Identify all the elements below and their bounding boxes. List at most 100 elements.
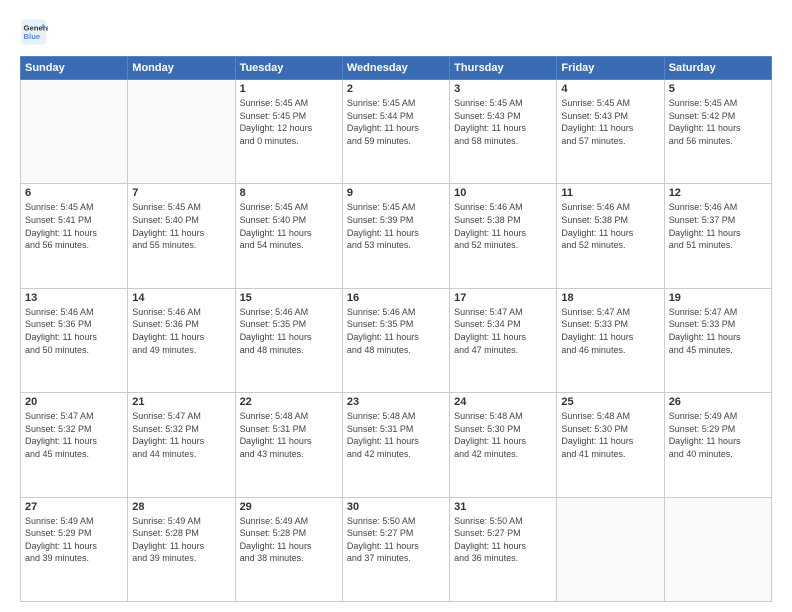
day-number: 8 bbox=[240, 187, 338, 199]
day-number: 11 bbox=[561, 187, 659, 199]
cell-info: Sunrise: 5:49 AM Sunset: 5:28 PM Dayligh… bbox=[240, 515, 338, 565]
cell-info: Sunrise: 5:45 AM Sunset: 5:40 PM Dayligh… bbox=[240, 201, 338, 251]
day-number: 18 bbox=[561, 292, 659, 304]
cell-info: Sunrise: 5:48 AM Sunset: 5:31 PM Dayligh… bbox=[347, 410, 445, 460]
calendar-cell: 18 Sunrise: 5:47 AM Sunset: 5:33 PM Dayli… bbox=[557, 288, 664, 392]
calendar-cell: 25 Sunrise: 5:48 AM Sunset: 5:30 PM Dayli… bbox=[557, 393, 664, 497]
day-number: 30 bbox=[347, 501, 445, 513]
cell-info: Sunrise: 5:48 AM Sunset: 5:30 PM Dayligh… bbox=[561, 410, 659, 460]
cell-info: Sunrise: 5:48 AM Sunset: 5:31 PM Dayligh… bbox=[240, 410, 338, 460]
calendar-table: SundayMondayTuesdayWednesdayThursdayFrid… bbox=[20, 56, 772, 602]
calendar-week-1: 1Sunrise: 5:45 AM Sunset: 5:45 PM Daylig… bbox=[21, 80, 772, 184]
logo-icon: General Blue bbox=[20, 18, 48, 46]
day-number: 27 bbox=[25, 501, 123, 513]
day-number: 29 bbox=[240, 501, 338, 513]
calendar-cell: 3 Sunrise: 5:45 AM Sunset: 5:43 PM Daylig… bbox=[450, 80, 557, 184]
day-number: 4 bbox=[561, 83, 659, 95]
header: General Blue bbox=[20, 18, 772, 46]
day-number: 21 bbox=[132, 396, 230, 408]
day-number: 31 bbox=[454, 501, 552, 513]
calendar-cell: 24Sunrise: 5:48 AM Sunset: 5:30 PM Dayli… bbox=[450, 393, 557, 497]
calendar-cell: 4 Sunrise: 5:45 AM Sunset: 5:43 PM Daylig… bbox=[557, 80, 664, 184]
cell-info: Sunrise: 5:45 AM Sunset: 5:43 PM Dayligh… bbox=[454, 97, 552, 147]
day-number: 20 bbox=[25, 396, 123, 408]
col-header-monday: Monday bbox=[128, 57, 235, 80]
day-number: 1 bbox=[240, 83, 338, 95]
calendar-week-4: 20 Sunrise: 5:47 AM Sunset: 5:32 PM Dayli… bbox=[21, 393, 772, 497]
cell-info: Sunrise: 5:47 AM Sunset: 5:34 PM Dayligh… bbox=[454, 306, 552, 356]
calendar-cell: 13 Sunrise: 5:46 AM Sunset: 5:36 PM Dayli… bbox=[21, 288, 128, 392]
calendar-cell: 27Sunrise: 5:49 AM Sunset: 5:29 PM Dayli… bbox=[21, 497, 128, 601]
calendar-cell: 12 Sunrise: 5:46 AM Sunset: 5:37 PM Dayli… bbox=[664, 184, 771, 288]
calendar-cell: 30 Sunrise: 5:50 AM Sunset: 5:27 PM Dayli… bbox=[342, 497, 449, 601]
day-number: 15 bbox=[240, 292, 338, 304]
cell-info: Sunrise: 5:47 AM Sunset: 5:32 PM Dayligh… bbox=[25, 410, 123, 460]
calendar-cell: 22 Sunrise: 5:48 AM Sunset: 5:31 PM Dayli… bbox=[235, 393, 342, 497]
calendar-cell bbox=[21, 80, 128, 184]
cell-info: Sunrise: 5:45 AM Sunset: 5:40 PM Dayligh… bbox=[132, 201, 230, 251]
cell-info: Sunrise: 5:46 AM Sunset: 5:37 PM Dayligh… bbox=[669, 201, 767, 251]
calendar-cell bbox=[557, 497, 664, 601]
page: General Blue SundayMondayTuesdayWednesda… bbox=[0, 0, 792, 612]
day-number: 24 bbox=[454, 396, 552, 408]
calendar-cell: 29 Sunrise: 5:49 AM Sunset: 5:28 PM Dayli… bbox=[235, 497, 342, 601]
day-number: 22 bbox=[240, 396, 338, 408]
calendar-cell: 8 Sunrise: 5:45 AM Sunset: 5:40 PM Daylig… bbox=[235, 184, 342, 288]
svg-text:General: General bbox=[24, 24, 49, 33]
cell-info: Sunrise: 5:46 AM Sunset: 5:36 PM Dayligh… bbox=[25, 306, 123, 356]
cell-info: Sunrise: 5:45 AM Sunset: 5:42 PM Dayligh… bbox=[669, 97, 767, 147]
calendar-cell: 14 Sunrise: 5:46 AM Sunset: 5:36 PM Dayli… bbox=[128, 288, 235, 392]
col-header-thursday: Thursday bbox=[450, 57, 557, 80]
cell-info: Sunrise: 5:46 AM Sunset: 5:35 PM Dayligh… bbox=[347, 306, 445, 356]
calendar-cell: 5 Sunrise: 5:45 AM Sunset: 5:42 PM Daylig… bbox=[664, 80, 771, 184]
day-number: 3 bbox=[454, 83, 552, 95]
calendar-cell: 28Sunrise: 5:49 AM Sunset: 5:28 PM Dayli… bbox=[128, 497, 235, 601]
calendar-week-5: 27Sunrise: 5:49 AM Sunset: 5:29 PM Dayli… bbox=[21, 497, 772, 601]
cell-info: Sunrise: 5:46 AM Sunset: 5:36 PM Dayligh… bbox=[132, 306, 230, 356]
day-number: 10 bbox=[454, 187, 552, 199]
day-number: 5 bbox=[669, 83, 767, 95]
cell-info: Sunrise: 5:50 AM Sunset: 5:27 PM Dayligh… bbox=[454, 515, 552, 565]
calendar-cell bbox=[664, 497, 771, 601]
cell-info: Sunrise: 5:45 AM Sunset: 5:41 PM Dayligh… bbox=[25, 201, 123, 251]
calendar-cell: 2 Sunrise: 5:45 AM Sunset: 5:44 PM Daylig… bbox=[342, 80, 449, 184]
col-header-wednesday: Wednesday bbox=[342, 57, 449, 80]
calendar-cell: 15Sunrise: 5:46 AM Sunset: 5:35 PM Dayli… bbox=[235, 288, 342, 392]
col-header-sunday: Sunday bbox=[21, 57, 128, 80]
calendar-cell: 26 Sunrise: 5:49 AM Sunset: 5:29 PM Dayli… bbox=[664, 393, 771, 497]
day-number: 16 bbox=[347, 292, 445, 304]
day-number: 12 bbox=[669, 187, 767, 199]
calendar-cell: 17Sunrise: 5:47 AM Sunset: 5:34 PM Dayli… bbox=[450, 288, 557, 392]
day-number: 14 bbox=[132, 292, 230, 304]
col-header-saturday: Saturday bbox=[664, 57, 771, 80]
cell-info: Sunrise: 5:47 AM Sunset: 5:33 PM Dayligh… bbox=[561, 306, 659, 356]
day-number: 25 bbox=[561, 396, 659, 408]
day-number: 26 bbox=[669, 396, 767, 408]
cell-info: Sunrise: 5:49 AM Sunset: 5:29 PM Dayligh… bbox=[669, 410, 767, 460]
cell-info: Sunrise: 5:47 AM Sunset: 5:33 PM Dayligh… bbox=[669, 306, 767, 356]
calendar-cell: 16 Sunrise: 5:46 AM Sunset: 5:35 PM Dayli… bbox=[342, 288, 449, 392]
day-number: 6 bbox=[25, 187, 123, 199]
day-number: 7 bbox=[132, 187, 230, 199]
cell-info: Sunrise: 5:49 AM Sunset: 5:28 PM Dayligh… bbox=[132, 515, 230, 565]
cell-info: Sunrise: 5:45 AM Sunset: 5:43 PM Dayligh… bbox=[561, 97, 659, 147]
calendar-cell: 31 Sunrise: 5:50 AM Sunset: 5:27 PM Dayli… bbox=[450, 497, 557, 601]
col-header-tuesday: Tuesday bbox=[235, 57, 342, 80]
cell-info: Sunrise: 5:46 AM Sunset: 5:38 PM Dayligh… bbox=[561, 201, 659, 251]
calendar-cell: 7 Sunrise: 5:45 AM Sunset: 5:40 PM Daylig… bbox=[128, 184, 235, 288]
calendar-cell: 11 Sunrise: 5:46 AM Sunset: 5:38 PM Dayli… bbox=[557, 184, 664, 288]
day-number: 13 bbox=[25, 292, 123, 304]
calendar-cell: 9Sunrise: 5:45 AM Sunset: 5:39 PM Daylig… bbox=[342, 184, 449, 288]
cell-info: Sunrise: 5:45 AM Sunset: 5:39 PM Dayligh… bbox=[347, 201, 445, 251]
svg-text:Blue: Blue bbox=[24, 32, 41, 41]
calendar-cell: 23Sunrise: 5:48 AM Sunset: 5:31 PM Dayli… bbox=[342, 393, 449, 497]
calendar-cell: 1Sunrise: 5:45 AM Sunset: 5:45 PM Daylig… bbox=[235, 80, 342, 184]
calendar-header-row: SundayMondayTuesdayWednesdayThursdayFrid… bbox=[21, 57, 772, 80]
calendar-cell bbox=[128, 80, 235, 184]
col-header-friday: Friday bbox=[557, 57, 664, 80]
cell-info: Sunrise: 5:46 AM Sunset: 5:38 PM Dayligh… bbox=[454, 201, 552, 251]
cell-info: Sunrise: 5:50 AM Sunset: 5:27 PM Dayligh… bbox=[347, 515, 445, 565]
day-number: 2 bbox=[347, 83, 445, 95]
calendar-week-2: 6 Sunrise: 5:45 AM Sunset: 5:41 PM Daylig… bbox=[21, 184, 772, 288]
cell-info: Sunrise: 5:45 AM Sunset: 5:44 PM Dayligh… bbox=[347, 97, 445, 147]
